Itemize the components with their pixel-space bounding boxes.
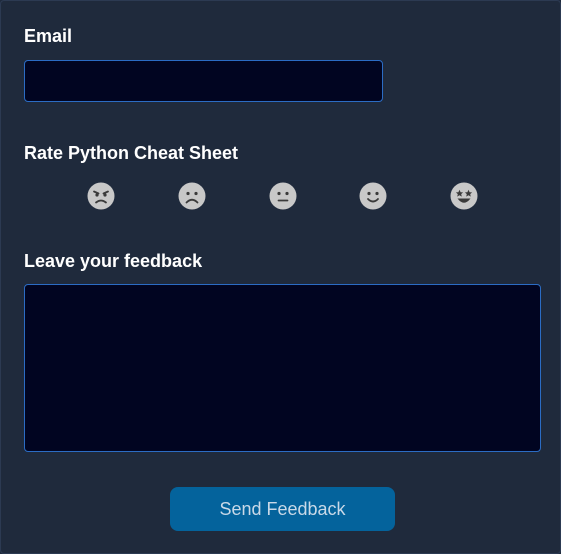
star-struck-face-icon — [450, 182, 478, 210]
angry-face-icon — [87, 182, 115, 210]
neutral-face-icon — [269, 182, 297, 210]
rating-label: Rate Python Cheat Sheet — [24, 143, 239, 163]
email-label: Email — [24, 26, 73, 46]
rating-option-3[interactable] — [268, 181, 298, 211]
rating-option-2[interactable] — [177, 181, 207, 211]
rating-options — [1, 181, 561, 211]
rating-option-4[interactable] — [358, 181, 388, 211]
email-field[interactable] — [24, 60, 383, 102]
rating-option-5[interactable] — [449, 181, 479, 211]
frowning-face-icon — [178, 182, 206, 210]
send-feedback-button[interactable]: Send Feedback — [170, 487, 395, 531]
rating-option-1[interactable] — [86, 181, 116, 211]
feedback-label: Leave your feedback — [24, 251, 203, 271]
feedback-form: Email Rate Python Cheat Sheet Leave your… — [0, 0, 561, 554]
feedback-textarea[interactable] — [24, 284, 541, 452]
smiling-face-icon — [359, 182, 387, 210]
